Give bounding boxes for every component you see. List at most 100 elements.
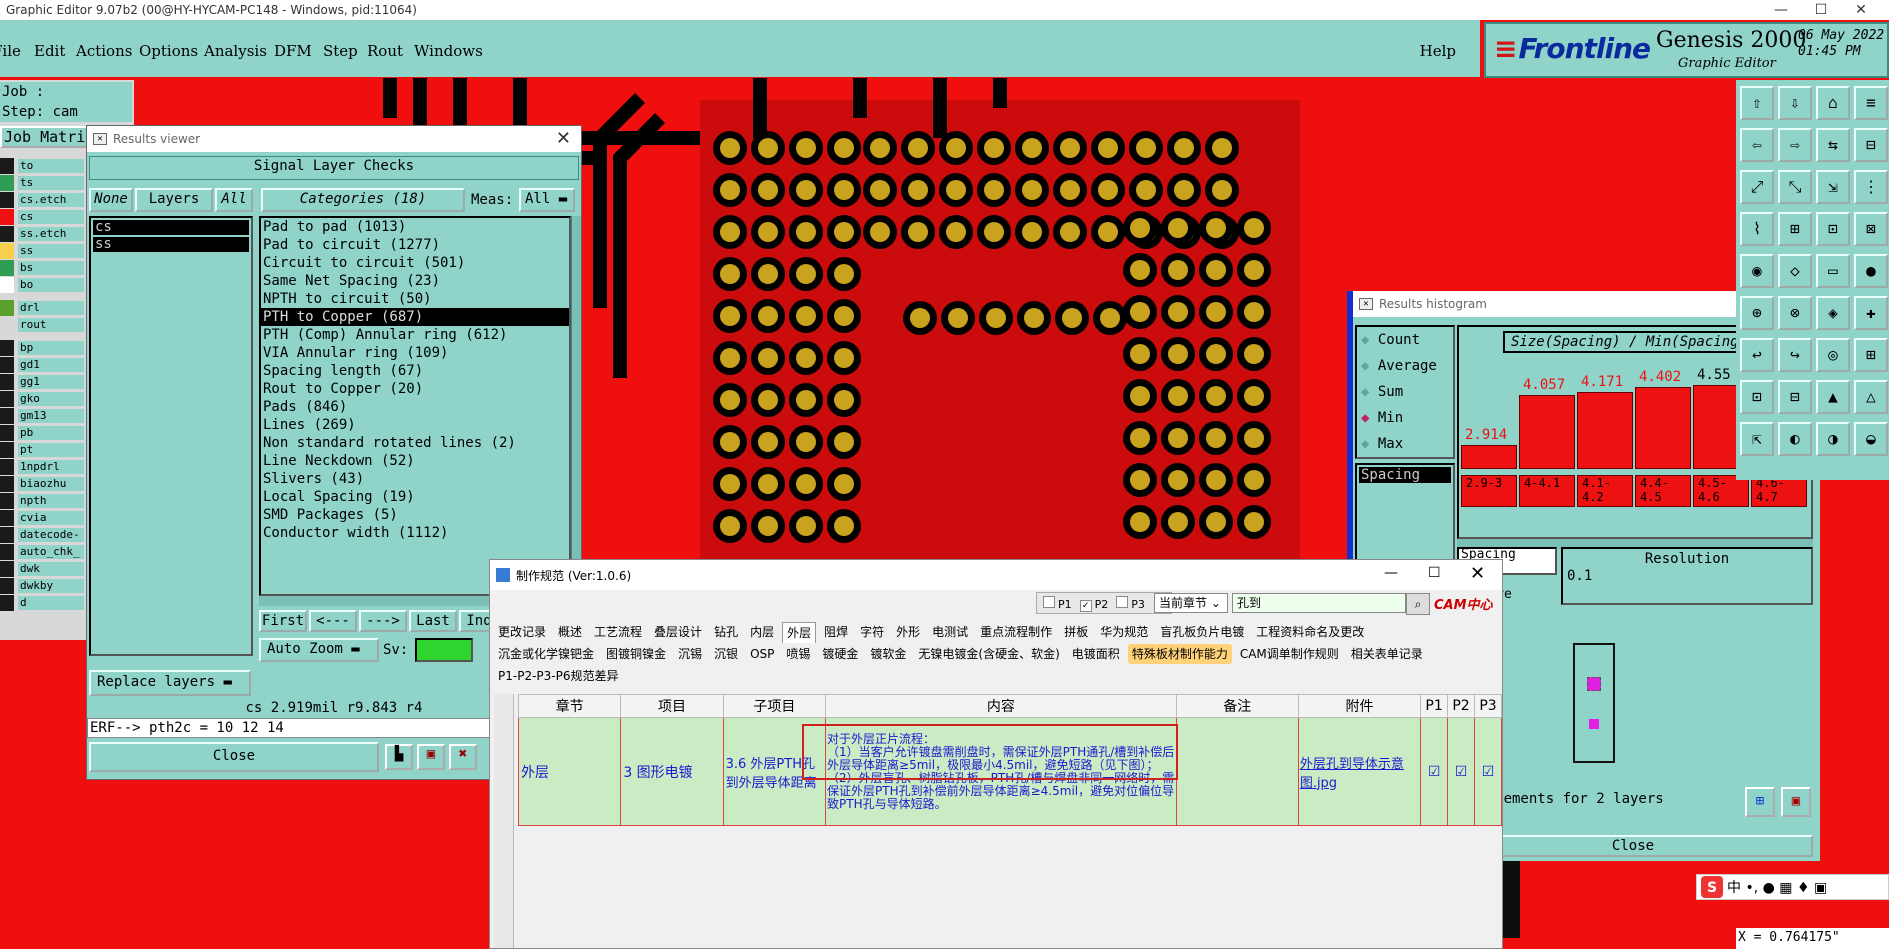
col-p2[interactable]: P2 (1447, 694, 1476, 718)
tab-r1-3[interactable]: 叠层设计 (650, 622, 706, 642)
right-icon[interactable]: ⇨ (1778, 128, 1812, 162)
layer-color-swatch[interactable] (0, 442, 14, 458)
layer-color-swatch[interactable] (0, 243, 14, 259)
add-icon[interactable]: ⊕ (1740, 296, 1774, 330)
tab-r2-12[interactable]: 相关表单记录 (1347, 644, 1427, 664)
layer-list-item[interactable]: cs (93, 220, 249, 235)
layer-name[interactable]: 1npdrl (18, 460, 84, 474)
layer-color-swatch[interactable] (0, 578, 14, 594)
feature-list-item[interactable]: Spacing (1359, 467, 1451, 483)
maximize-button[interactable]: ☐ (1801, 0, 1841, 20)
category-item[interactable]: VIA Annular ring (109) (261, 344, 569, 362)
half2-icon[interactable]: ◑ (1816, 422, 1850, 456)
layer-row[interactable]: ss.etch (0, 226, 86, 242)
maximize-button[interactable]: ☐ (1428, 565, 1441, 581)
menu-edit[interactable]: Edit (34, 42, 65, 60)
menu-help[interactable]: Help (1420, 42, 1456, 60)
layer-row[interactable]: dwk (0, 561, 86, 577)
tab-r2-11[interactable]: CAM调单制作规则 (1236, 644, 1343, 664)
clear-icon[interactable]: ✖ (449, 744, 477, 770)
layer-row[interactable]: gd1 (0, 357, 86, 373)
tab-r1-1[interactable]: 概述 (554, 622, 586, 642)
tab-r1-8[interactable]: 字符 (856, 622, 888, 642)
replace-layers-select[interactable]: Replace layers ▬ (89, 670, 251, 696)
move-icon[interactable]: ⊡ (1740, 380, 1774, 414)
layer-icon[interactable]: ◈ (1816, 296, 1850, 330)
layer-row[interactable]: cvia (0, 510, 86, 526)
tab-r1-11[interactable]: 重点流程制作 (976, 622, 1056, 642)
layer-color-swatch[interactable] (0, 340, 14, 356)
layer-color-swatch[interactable] (0, 260, 14, 276)
layer-color-swatch[interactable] (0, 374, 14, 390)
layer-color-swatch[interactable] (0, 357, 14, 373)
search-input[interactable]: 孔到 (1232, 593, 1406, 613)
attachment-link[interactable]: 外层孔到导体示意图.jpg (1297, 717, 1422, 826)
corner-icon[interactable]: ⇱ (1740, 422, 1774, 456)
layer-name[interactable]: gm13 (18, 409, 84, 423)
cut-icon[interactable]: ⊟ (1778, 380, 1812, 414)
layer-color-swatch[interactable] (0, 493, 14, 509)
layer-name[interactable]: dwk (18, 562, 84, 576)
layer-name[interactable]: rout (18, 318, 84, 332)
histogram-bar[interactable] (1461, 445, 1517, 469)
layer-color-swatch[interactable] (0, 561, 14, 577)
tab-r3-0[interactable]: P1-P2-P3-P6规范差异 (494, 666, 622, 686)
grid-icon[interactable]: ⊞ (1778, 212, 1812, 246)
tab-r1-4[interactable]: 钻孔 (710, 622, 742, 642)
zoom-icon[interactable]: ⤡ (1778, 170, 1812, 204)
tab-r2-1[interactable]: 图镀铜镍金 (602, 644, 670, 664)
tab-r1-6[interactable]: 外层 (782, 622, 817, 643)
categories-list[interactable]: Pad to pad (1013) Pad to circuit (1277) Ci… (259, 216, 571, 596)
layer-name[interactable]: pt (18, 443, 84, 457)
menu-analysis[interactable]: Analysis (204, 42, 267, 60)
sogou-icon[interactable]: S (1701, 876, 1723, 898)
highlight-icon[interactable]: ▙ (385, 744, 413, 770)
layer-color-swatch[interactable] (0, 317, 14, 333)
col-p3[interactable]: P3 (1474, 694, 1502, 718)
layer-name[interactable]: drl (18, 301, 84, 315)
layer-row[interactable]: 1npdrl (0, 459, 86, 475)
filter-p2-checkbox[interactable]: ✓ P2 (1079, 598, 1108, 612)
tab-r2-0[interactable]: 沉金或化学镍钯金 (494, 644, 598, 664)
tab-r1-15[interactable]: 工程资料命名及更改 (1252, 622, 1368, 642)
layer-color-swatch[interactable] (0, 391, 14, 407)
layer-row[interactable]: auto_chk_ (0, 544, 86, 560)
layer-name[interactable]: gd1 (18, 358, 84, 372)
layer-row[interactable]: gko (0, 391, 86, 407)
layer-color-swatch[interactable] (0, 300, 14, 316)
layer-name[interactable]: npth (18, 494, 84, 508)
mark-icon[interactable]: ▣ (417, 744, 445, 770)
category-item[interactable]: Slivers (43) (261, 470, 569, 488)
minimize-button[interactable]: — (1761, 0, 1801, 20)
layer-name[interactable]: ss (18, 244, 84, 258)
category-item[interactable]: Conductor width (1112) (261, 524, 569, 542)
fit-icon[interactable]: ⤢ (1740, 170, 1774, 204)
category-item[interactable]: Lines (269) (261, 416, 569, 434)
layer-name[interactable]: auto_chk_ (18, 545, 84, 559)
layer-color-swatch[interactable] (0, 158, 14, 174)
table-v-scrollbar[interactable] (494, 694, 514, 948)
col-p1[interactable]: P1 (1420, 694, 1449, 718)
layer-row[interactable]: drl (0, 300, 86, 316)
layer-row[interactable]: biaozhu (0, 476, 86, 492)
tab-r1-2[interactable]: 工艺流程 (590, 622, 646, 642)
tab-r2-10[interactable]: 特殊板材制作能力 (1127, 644, 1232, 664)
category-item[interactable]: Spacing length (67) (261, 362, 569, 380)
first-button[interactable]: First (259, 610, 307, 632)
histogram-bar[interactable] (1635, 387, 1691, 469)
open-icon[interactable]: ⇧ (1740, 86, 1774, 120)
layer-name[interactable]: biaozhu (18, 477, 84, 491)
align-icon[interactable]: △ (1854, 380, 1888, 414)
copy-icon[interactable]: ⊞ (1854, 338, 1888, 372)
category-item[interactable]: Rout to Copper (20) (261, 380, 569, 398)
bin-label[interactable]: 4.4-4.5 (1635, 475, 1691, 507)
ime-toolbar[interactable]: S中 •, ● ▦ ♦ ▣ (1696, 874, 1889, 900)
filter-p1-checkbox[interactable]: P1 (1043, 596, 1072, 611)
report-icon[interactable]: ▣ (1781, 787, 1811, 817)
aggregate-option[interactable]: ◆ Sum (1357, 379, 1453, 405)
table-row[interactable]: 外层 3 图形电镀 3.6 外层PTH孔到外层导体距离 对于外层正片流程： （1… (517, 717, 1502, 826)
layer-row[interactable]: dwkby (0, 578, 86, 594)
layer-name[interactable]: cvia (18, 511, 84, 525)
layer-row[interactable]: cs (0, 209, 86, 225)
sv-selector[interactable] (415, 638, 473, 662)
